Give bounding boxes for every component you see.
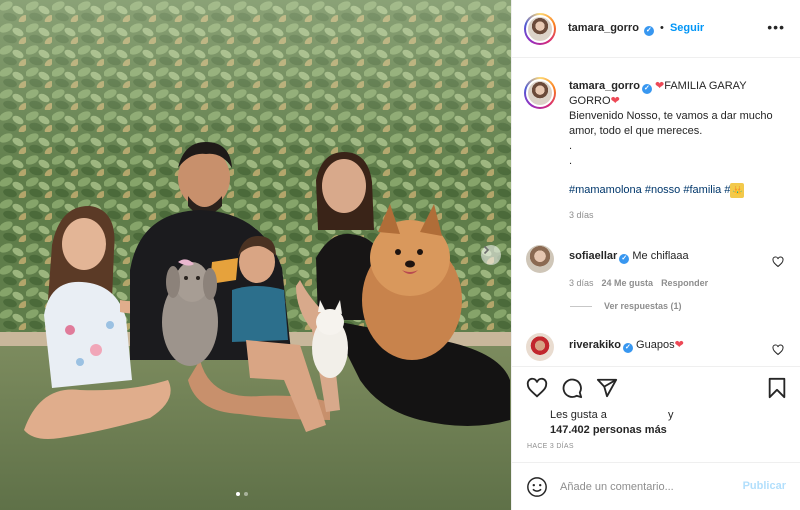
separator-dot: • — [660, 22, 664, 34]
emoji-icon[interactable] — [526, 476, 548, 498]
follow-button[interactable]: Seguir — [670, 22, 704, 34]
post-header: tamara_gorro ✓ • Seguir ••• — [512, 0, 800, 58]
heart-emoji-icon: ❤ — [674, 339, 684, 351]
comment-icon[interactable] — [561, 377, 583, 399]
publish-button[interactable]: Publicar — [743, 480, 786, 492]
comment-input[interactable] — [560, 477, 730, 497]
share-icon[interactable] — [596, 377, 618, 399]
crown-emoji-icon: 👑 — [730, 183, 745, 198]
divider — [570, 305, 592, 307]
commenter-avatar[interactable] — [526, 333, 554, 361]
verified-badge-icon: ✓ — [622, 343, 633, 353]
likes-suffix: y — [668, 409, 674, 421]
caption-line-2: Bienvenido Nosso, te vamos a dar mucho a… — [569, 110, 773, 137]
heart-icon[interactable] — [772, 256, 784, 268]
author-avatar[interactable] — [524, 13, 556, 45]
verified-badge-icon: ✓ — [643, 26, 654, 36]
bookmark-icon[interactable] — [766, 377, 788, 399]
heart-emoji-icon: ❤ — [654, 80, 665, 92]
chevron-right-icon — [483, 245, 490, 255]
family-photo — [0, 0, 511, 510]
verified-badge-icon: ✓ — [619, 254, 630, 264]
heart-icon[interactable] — [772, 344, 784, 356]
grey-puppy — [162, 259, 218, 366]
add-comment-bar: Publicar — [512, 462, 800, 510]
post-details-pane: tamara_gorro ✓ • Seguir ••• tamara_gorro… — [511, 0, 800, 510]
hashtag-link[interactable]: #familia — [683, 184, 721, 196]
author-username[interactable]: tamara_gorro — [568, 22, 639, 34]
comment-actions: 3 días 24 Me gusta Responder — [569, 278, 769, 288]
view-replies-label: Ver respuestas (1) — [604, 301, 682, 311]
likes-summary: Les gusta a y 147.402 personas más — [550, 408, 674, 438]
commenter-avatar[interactable] — [526, 245, 554, 273]
heart-emoji-icon: ❤ — [610, 95, 620, 107]
caption-avatar[interactable] — [524, 77, 556, 109]
post-actions-bar — [512, 366, 800, 410]
more-options-icon[interactable]: ••• — [767, 20, 785, 34]
author-line: tamara_gorro ✓ • Seguir — [568, 22, 704, 36]
carousel-dot-active — [236, 492, 240, 496]
comment-text: Me chiflaaa — [632, 250, 689, 262]
next-slide-button[interactable] — [481, 245, 501, 265]
carousel-dot — [244, 492, 248, 496]
hashtag-link[interactable]: #nosso — [645, 184, 680, 196]
likes-count-link[interactable]: 147.402 personas más — [550, 424, 667, 436]
verified-badge-icon: ✓ — [641, 84, 652, 94]
hashtag-link[interactable]: #mamamolona — [569, 184, 642, 196]
caption-dot: . — [569, 155, 573, 167]
post-timestamp[interactable]: HACE 3 DÍAS — [527, 443, 574, 450]
comment-body: sofiaellar ✓ Me chiflaaa 3 días 24 Me gus… — [569, 250, 769, 288]
comment-body: riverakiko ✓ Guapos❤ — [569, 338, 769, 353]
commenter-username[interactable]: sofiaellar — [569, 250, 617, 262]
post-photo[interactable] — [0, 0, 511, 510]
carousel-indicator — [236, 492, 248, 496]
comment-text: Guapos — [636, 339, 675, 351]
caption-dot: . — [569, 140, 573, 152]
caption: tamara_gorro ✓ ❤FAMILIA GARAY GORRO❤ Bien… — [569, 79, 784, 223]
view-replies-button[interactable]: Ver respuestas (1) — [570, 301, 682, 311]
likes-prefix: Les gusta a — [550, 409, 607, 421]
heart-icon[interactable] — [526, 377, 548, 399]
caption-username[interactable]: tamara_gorro — [569, 80, 640, 92]
commenter-username[interactable]: riverakiko — [569, 339, 621, 351]
reply-button[interactable]: Responder — [661, 278, 708, 288]
comment-likes-link[interactable]: 24 Me gusta — [602, 278, 654, 288]
caption-time: 3 días — [569, 210, 594, 220]
comment-time: 3 días — [569, 278, 594, 288]
